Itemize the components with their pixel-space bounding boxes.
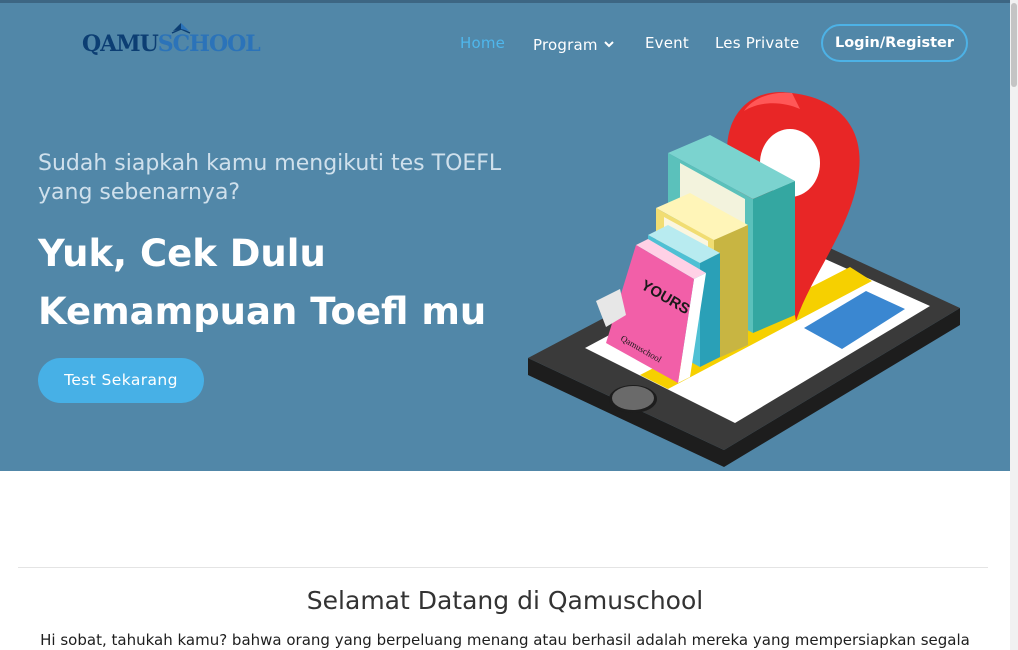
nav-home[interactable]: Home: [460, 33, 505, 53]
nav-program[interactable]: Program: [533, 33, 614, 55]
section-divider: [18, 567, 988, 568]
hero-section: QAMUSCHOOL Home Program Event Les Privat…: [0, 3, 1010, 471]
chevron-down-icon: [603, 33, 614, 53]
scrollbar[interactable]: [1010, 0, 1018, 650]
site-logo[interactable]: QAMUSCHOOL: [82, 23, 261, 67]
nav-program-label: Program: [533, 36, 598, 54]
test-now-button[interactable]: Test Sekarang: [38, 358, 204, 403]
welcome-title: Selamat Datang di Qamuschool: [306, 586, 704, 615]
hero-title-line-2: Kemampuan Toefl mu: [38, 290, 487, 333]
hero-illustration: YOURS Qamuschool: [528, 92, 960, 467]
scrollbar-thumb[interactable]: [1011, 3, 1017, 87]
hero-subtitle: Sudah siapkah kamu mengikuti tes TOEFL y…: [38, 151, 502, 205]
book-icon: [171, 23, 191, 34]
hero-title-line-1: Yuk, Cek Dulu: [38, 232, 326, 275]
hero-title: Yuk, Cek Dulu Kemampuan Toefl mu: [38, 225, 508, 341]
welcome-text: Hi sobat, tahukah kamu? bahwa orang yang…: [40, 631, 970, 649]
nav-les-private[interactable]: Les Private: [715, 33, 799, 53]
login-register-button[interactable]: Login/Register: [821, 24, 968, 62]
nav-event[interactable]: Event: [645, 33, 689, 53]
